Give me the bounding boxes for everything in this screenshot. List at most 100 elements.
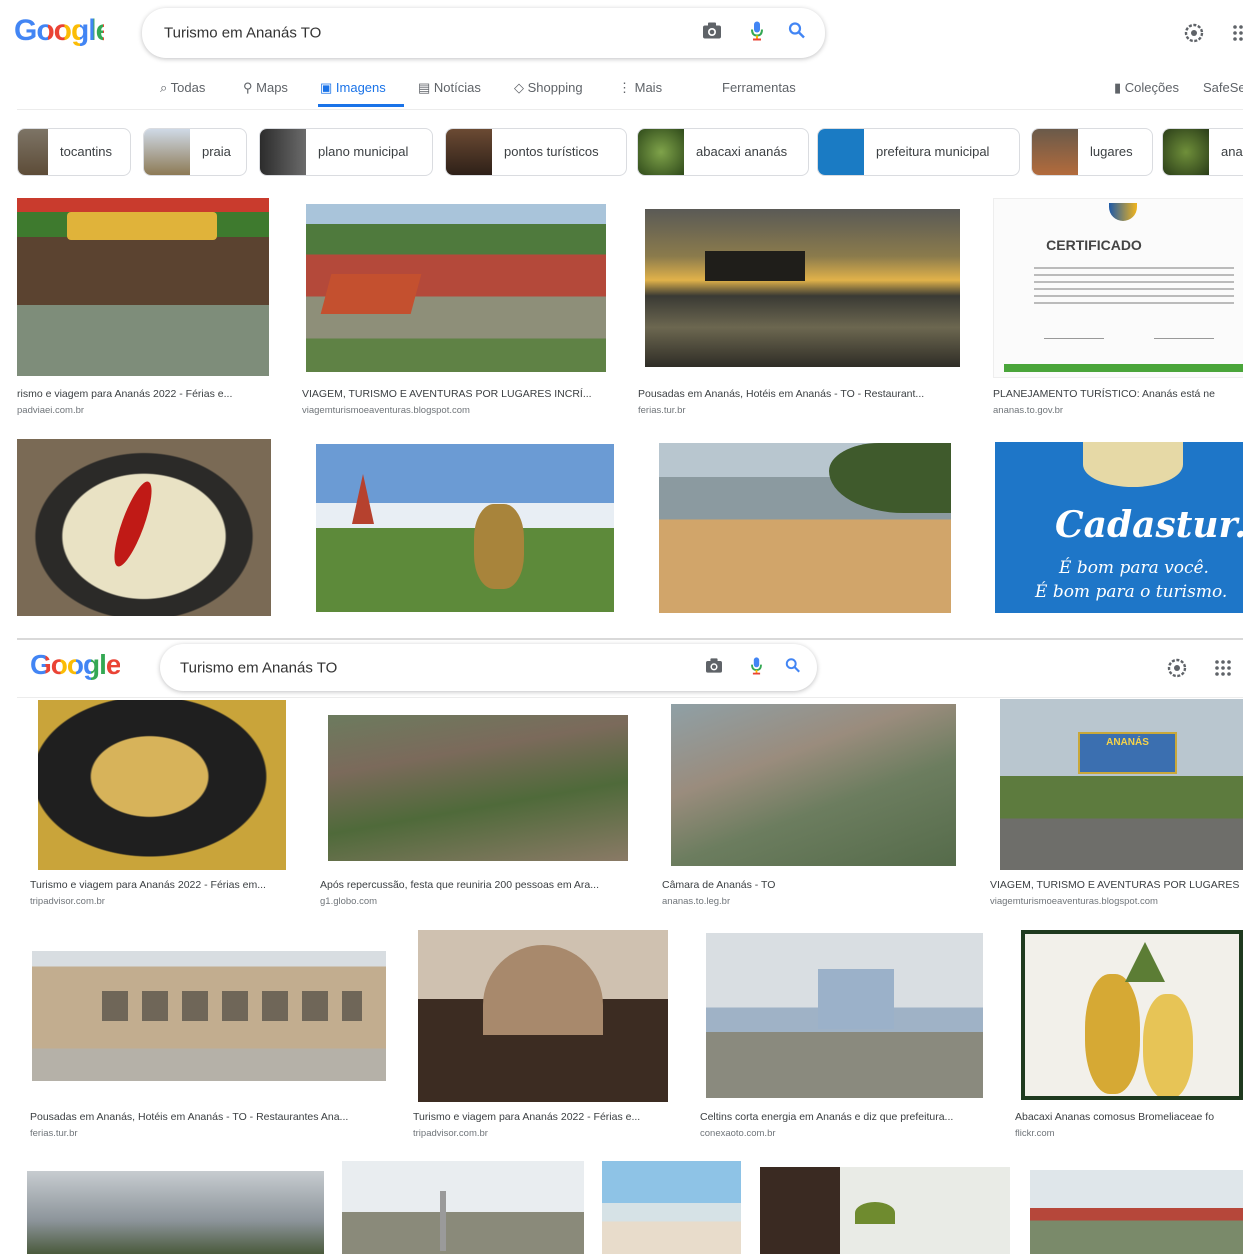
chip-plano-municipal[interactable]: plano municipal <box>259 128 433 176</box>
result-source[interactable]: conexaoto.com.br <box>700 1128 987 1139</box>
search-input[interactable]: Turismo em Ananás TO <box>164 25 321 42</box>
result-image-street[interactable] <box>1030 1170 1243 1254</box>
result-image-cadastur[interactable]: Cadastur. É bom para você. É bom para o … <box>995 442 1243 613</box>
safesearch-button[interactable]: SafeSe <box>1203 80 1243 95</box>
result-caption[interactable]: VIAGEM, TURISMO E AVENTURAS POR LUGARES <box>990 879 1243 891</box>
result-image-church[interactable] <box>706 933 983 1098</box>
church-facade <box>818 969 894 1029</box>
apps-icon[interactable] <box>1214 659 1232 682</box>
result-image-building[interactable] <box>32 951 386 1081</box>
result-image-sunset-lake[interactable] <box>645 209 960 367</box>
camera-icon[interactable] <box>702 22 722 45</box>
result-source[interactable]: ananas.to.leg.br <box>662 896 962 907</box>
result-image-certificate[interactable]: CERTIFICADO <box>993 198 1243 378</box>
result-source[interactable]: ferias.tur.br <box>638 405 968 416</box>
result-caption[interactable]: Após repercussão, festa que reuniria 200… <box>320 879 632 891</box>
result-source[interactable]: tripadvisor.com.br <box>413 1128 671 1139</box>
certificate-signature-right <box>1154 324 1214 339</box>
billboard-text: ANANÁS <box>1106 737 1149 748</box>
result-image-town-view[interactable] <box>342 1161 584 1254</box>
result-caption[interactable]: rismo e viagem para Ananás 2022 - Férias… <box>17 388 272 400</box>
red-pepper <box>107 477 159 571</box>
search-input[interactable]: Turismo em Ananás TO <box>180 659 337 676</box>
result-source[interactable]: tripadvisor.com.br <box>30 896 292 907</box>
chip-thumbnail <box>1163 129 1209 175</box>
camera-icon[interactable] <box>705 657 723 678</box>
tab-all[interactable]: ⌕ Todas <box>160 80 205 96</box>
search-box[interactable]: Turismo em Ananás TO <box>142 8 825 58</box>
chip-prefeitura-municipal[interactable]: prefeitura municipal <box>817 128 1020 176</box>
certificate-title: CERTIFICADO <box>1046 237 1142 253</box>
chip-praia[interactable]: praia <box>143 128 247 176</box>
result-caption[interactable]: Turismo e viagem para Ananás 2022 - Féri… <box>30 879 292 891</box>
chip-abacaxi-ananas[interactable]: abacaxi ananás <box>637 128 809 176</box>
arched-doorway <box>483 945 603 1035</box>
result-source[interactable]: ananas.to.gov.br <box>993 405 1243 416</box>
result-image-food-plate[interactable] <box>38 700 286 870</box>
result-source[interactable]: g1.globo.com <box>320 896 632 907</box>
tower <box>440 1191 446 1251</box>
microphone-icon[interactable] <box>750 21 764 46</box>
result-image-pineapple-cut[interactable] <box>1021 930 1243 1100</box>
result-source[interactable]: padviaei.com.br <box>17 405 272 416</box>
result-image-aerial-city[interactable] <box>328 715 628 861</box>
google-logo[interactable]: Google <box>30 649 121 681</box>
result-image-river-beach[interactable] <box>659 443 951 613</box>
chip-pontos-turisticos[interactable]: pontos turísticos <box>445 128 627 176</box>
result-image-presentation[interactable] <box>760 1167 1010 1254</box>
search-icon[interactable] <box>785 657 801 678</box>
chip-lugares[interactable]: lugares <box>1031 128 1153 176</box>
result-source[interactable]: ferias.tur.br <box>30 1128 390 1139</box>
result-caption[interactable]: Pousadas em Ananás, Hotéis em Ananás - T… <box>30 1111 390 1123</box>
certificate-signature-left <box>1044 324 1104 339</box>
result-caption[interactable]: Turismo e viagem para Ananás 2022 - Féri… <box>413 1111 671 1123</box>
result-caption[interactable]: Abacaxi Ananas comosus Bromeliaceae fo <box>1015 1111 1243 1123</box>
result-caption[interactable]: PLANEJAMENTO TURÍSTICO: Ananás está ne <box>993 388 1243 400</box>
result-image-restaurant[interactable] <box>17 198 269 376</box>
billboard: ANANÁS <box>1078 732 1177 774</box>
result-caption[interactable]: VIAGEM, TURISMO E AVENTURAS POR LUGARES … <box>302 388 612 400</box>
chip-thumbnail <box>818 129 864 175</box>
result-source[interactable]: viagemturismoeaventuras.blogspot.com <box>990 896 1243 907</box>
search-icon: ⌕ <box>160 80 171 95</box>
cadastur-map-graphic <box>1083 442 1183 487</box>
search-tabs: ⌕ Todas ⚲ Maps ▣ Imagens ▤ Notícias ◇ Sh… <box>0 80 1243 100</box>
building-silhouette <box>705 251 805 281</box>
chip-tocantins[interactable]: tocantins <box>17 128 131 176</box>
result-caption[interactable]: Câmara de Ananás - TO <box>662 879 962 891</box>
presentation-logo <box>855 1202 895 1224</box>
result-source[interactable]: flickr.com <box>1015 1128 1243 1139</box>
result-image-billboard-road[interactable]: ANANÁS <box>1000 699 1243 870</box>
result-source[interactable]: viagemturismoeaventuras.blogspot.com <box>302 405 612 416</box>
result-image-aerial-plain[interactable] <box>671 704 956 866</box>
tab-more[interactable]: ⋮ Mais <box>618 80 662 96</box>
certificate-text-lines <box>1034 267 1234 307</box>
tab-images[interactable]: ▣ Imagens <box>320 80 386 96</box>
cadastur-title: Cadastur. <box>1055 504 1243 546</box>
pineapple-crown <box>1125 942 1165 982</box>
chip-ana[interactable]: ana <box>1162 128 1243 176</box>
apps-icon[interactable] <box>1232 24 1243 47</box>
result-caption[interactable]: Pousadas em Ananás, Hotéis em Ananás - T… <box>638 388 968 400</box>
screenshot-divider <box>17 638 1243 640</box>
tab-shopping[interactable]: ◇ Shopping <box>514 80 583 96</box>
tools-button[interactable]: Ferramentas <box>722 80 796 95</box>
result-image-food-dish[interactable] <box>17 439 271 616</box>
tab-maps[interactable]: ⚲ Maps <box>243 80 288 96</box>
search-box[interactable]: Turismo em Ananás TO <box>160 644 817 691</box>
result-image-beach[interactable] <box>602 1161 741 1254</box>
result-caption[interactable]: Celtins corta energia em Ananás e diz qu… <box>700 1111 987 1123</box>
result-image-cloudy-sky[interactable] <box>27 1171 324 1254</box>
google-logo[interactable]: Google <box>14 14 104 48</box>
microphone-icon[interactable] <box>750 656 763 679</box>
result-image-interior[interactable] <box>418 930 668 1102</box>
collections-button[interactable]: ▮ Coleções <box>1114 80 1179 96</box>
result-image-aerial-town[interactable] <box>306 204 606 372</box>
cadastur-line-2: É bom para o turismo. <box>1035 582 1228 602</box>
settings-icon[interactable] <box>1166 657 1188 684</box>
result-image-pineapple-monument[interactable] <box>316 444 614 612</box>
search-icon[interactable] <box>788 22 806 45</box>
tab-news[interactable]: ▤ Notícias <box>418 80 481 96</box>
settings-icon[interactable] <box>1183 22 1205 49</box>
certificate-logo <box>1109 203 1137 221</box>
